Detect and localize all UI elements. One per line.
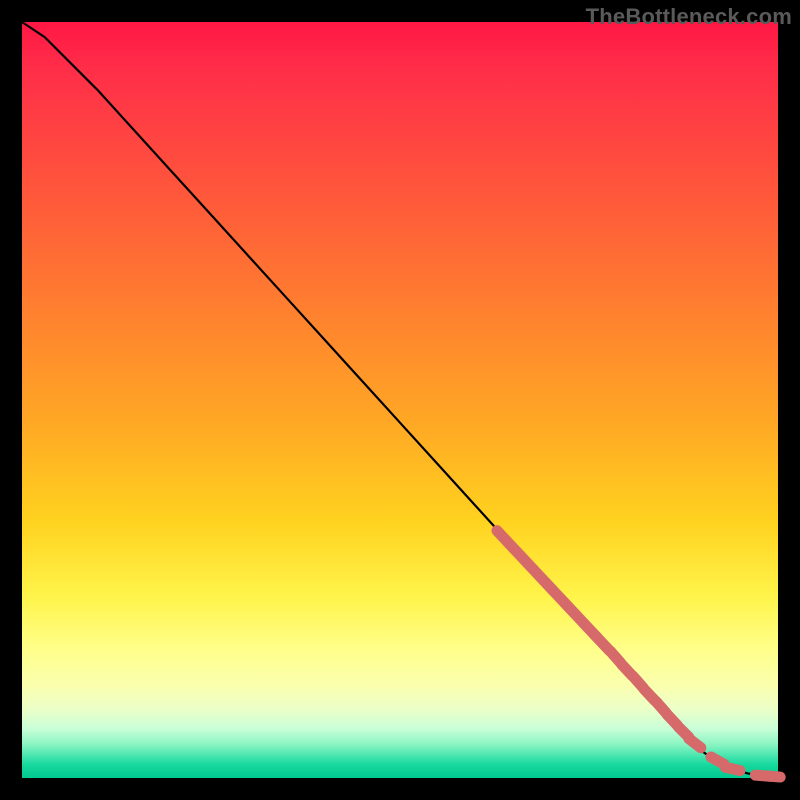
highlight-markers bbox=[497, 531, 780, 777]
marker-dot bbox=[689, 739, 701, 748]
plot-area bbox=[22, 22, 778, 778]
curve-layer bbox=[22, 22, 778, 778]
marker-dot bbox=[725, 767, 740, 770]
bottleneck-curve bbox=[22, 22, 778, 776]
marker-dot bbox=[765, 776, 780, 777]
chart-stage: TheBottleneck.com bbox=[0, 0, 800, 800]
